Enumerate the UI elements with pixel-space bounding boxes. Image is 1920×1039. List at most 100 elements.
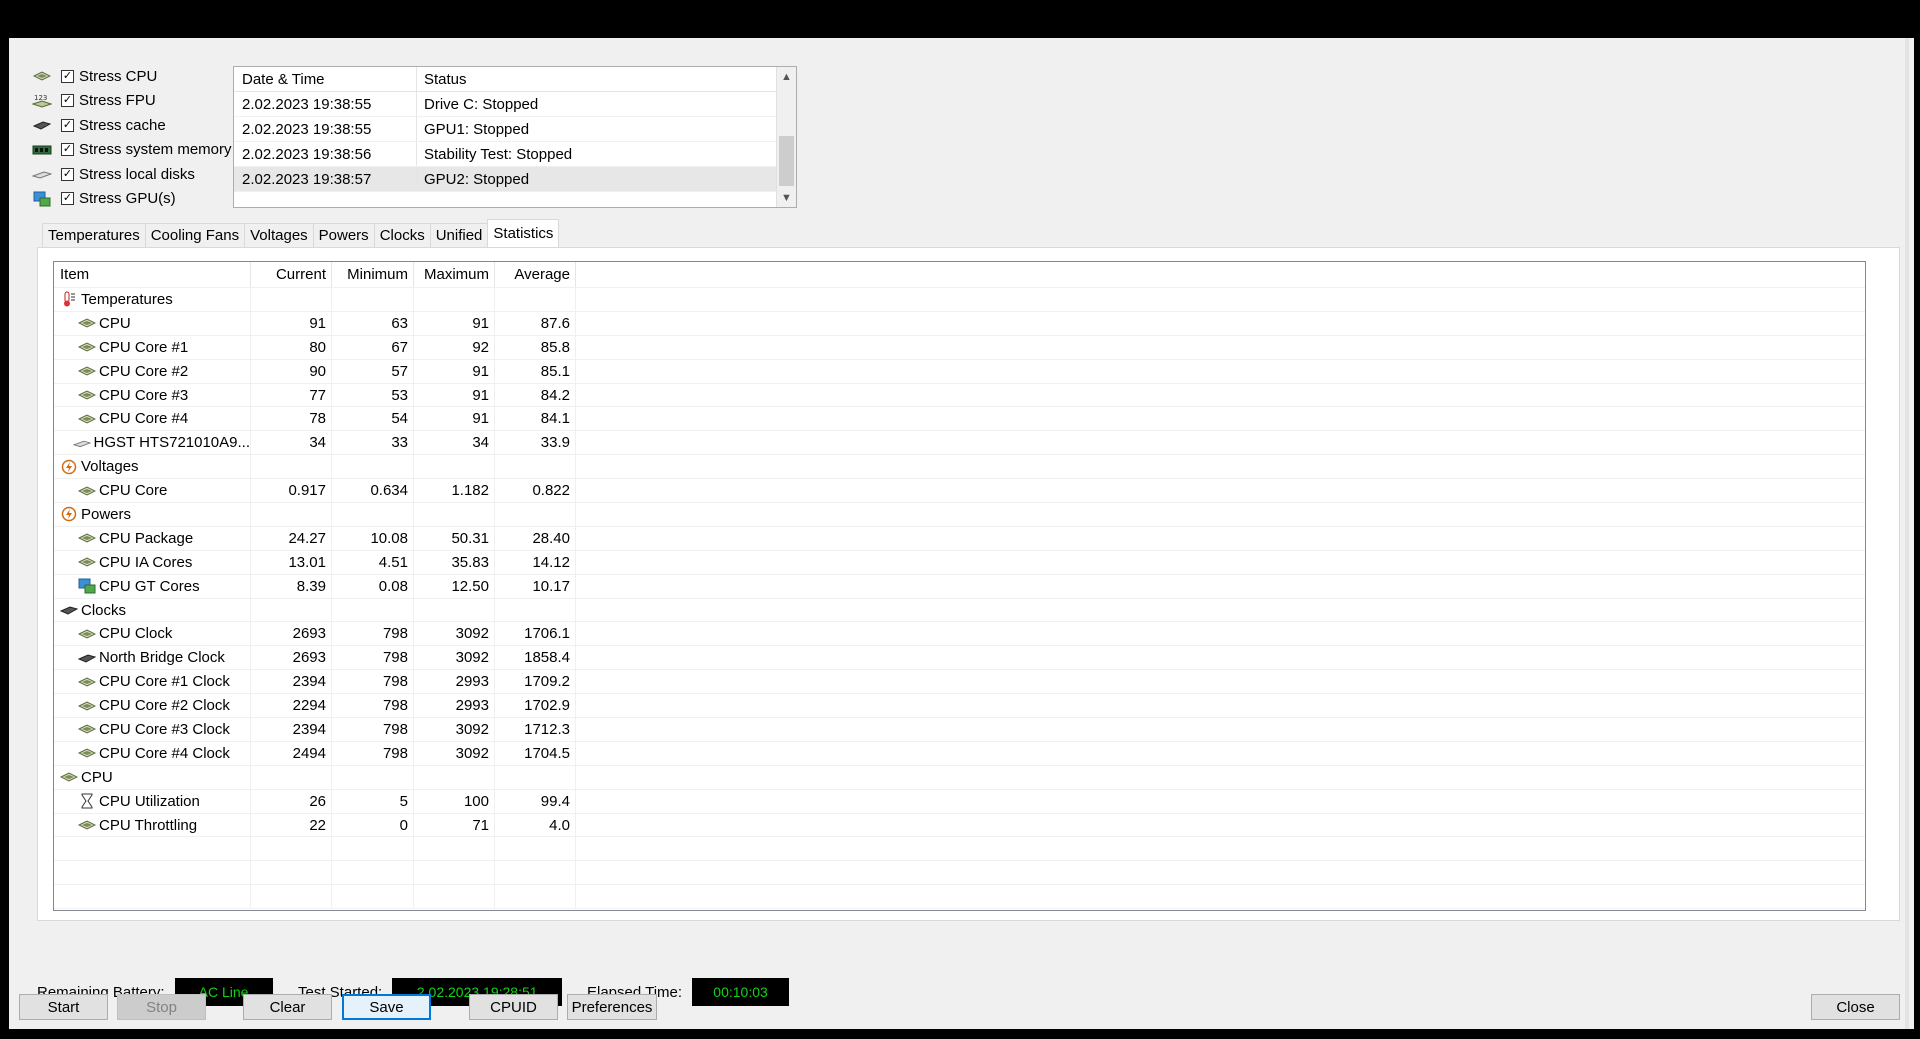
cpu-chip-icon: [78, 412, 96, 426]
stat-row[interactable]: CPU Core #4 78 54 91 84.1: [54, 407, 1865, 432]
stat-item-cell: CPU Core #1: [54, 335, 251, 359]
tab-powers[interactable]: Powers: [312, 223, 375, 247]
stat-group-row[interactable]: Clocks: [54, 598, 1865, 623]
stop-button[interactable]: Stop: [117, 994, 206, 1020]
stat-row[interactable]: CPU Core #1 Clock 2394 798 2993 1709.2: [54, 670, 1865, 695]
stat-row[interactable]: North Bridge Clock 2693 798 3092 1858.4: [54, 646, 1865, 671]
stat-group-row[interactable]: Powers: [54, 503, 1865, 527]
scroll-down-icon[interactable]: ▼: [777, 188, 796, 207]
stat-current: 78: [251, 407, 332, 431]
stat-row[interactable]: CPU GT Cores 8.39 0.08 12.50 10.17: [54, 574, 1865, 599]
cpu-chip-icon: [78, 722, 96, 736]
stress-checkbox[interactable]: [61, 192, 74, 206]
stat-item-label: CPU: [81, 768, 113, 786]
stat-row[interactable]: CPU 91 63 91 87.6: [54, 311, 1865, 336]
stress-checkbox[interactable]: [61, 167, 74, 181]
stat-group-row[interactable]: Voltages: [54, 455, 1865, 480]
stat-current: 13.01: [251, 550, 332, 574]
stat-maximum: 12.50: [414, 574, 495, 598]
stat-item-cell: CPU Core: [54, 479, 251, 503]
col-maximum[interactable]: Maximum: [414, 262, 495, 287]
stat-row[interactable]: HGST HTS721010A9... 34 33 34 33.9: [54, 431, 1865, 456]
clear-button[interactable]: Clear: [243, 994, 332, 1020]
stat-row[interactable]: CPU Core #3 Clock 2394 798 3092 1712.3: [54, 718, 1865, 742]
stat-group-row[interactable]: CPU: [54, 765, 1865, 790]
stat-current: [251, 288, 332, 311]
log-row[interactable]: 2.02.2023 19:38:55 Drive C: Stopped: [234, 92, 796, 117]
close-button[interactable]: Close: [1811, 994, 1900, 1020]
stress-option-3[interactable]: Stress system memory: [31, 138, 241, 163]
stress-checkbox[interactable]: [61, 143, 74, 157]
log-header-datetime[interactable]: Date & Time: [234, 67, 417, 91]
stat-row[interactable]: CPU Core #2 90 57 91 85.1: [54, 359, 1865, 384]
col-current[interactable]: Current: [251, 262, 332, 287]
stat-row[interactable]: CPU Core 0.917 0.634 1.182 0.822: [54, 479, 1865, 504]
save-button[interactable]: Save: [342, 994, 431, 1020]
stat-average: 33.9: [495, 431, 576, 455]
stat-item-cell: HGST HTS721010A9...: [54, 431, 251, 455]
log-row[interactable]: 2.02.2023 19:38:55 GPU1: Stopped: [234, 117, 796, 142]
col-average[interactable]: Average: [495, 262, 576, 287]
stat-row[interactable]: CPU IA Cores 13.01 4.51 35.83 14.12: [54, 550, 1865, 575]
stat-group-row[interactable]: Temperatures: [54, 288, 1865, 312]
scroll-thumb[interactable]: [779, 136, 794, 186]
log-row[interactable]: 2.02.2023 19:38:57 GPU2: Stopped: [234, 167, 796, 192]
cpu-chip-icon: [78, 388, 96, 402]
stress-option-label: Stress GPU(s): [79, 190, 176, 208]
stress-option-label: Stress cache: [79, 116, 166, 134]
stat-item-label: CPU Throttling: [99, 816, 198, 834]
col-minimum[interactable]: Minimum: [332, 262, 414, 287]
stat-minimum: 54: [332, 407, 414, 431]
tab-clocks[interactable]: Clocks: [373, 223, 431, 247]
stress-option-1[interactable]: 123 Stress FPU: [31, 89, 241, 114]
stability-test-window: Stress CPU 123 Stress FPU Stress cache Stres…: [9, 38, 1914, 1029]
stress-option-0[interactable]: Stress CPU: [31, 64, 241, 89]
window-border: [1905, 38, 1909, 1029]
tab-temperatures[interactable]: Temperatures: [42, 223, 146, 247]
cpuid-button[interactable]: CPUID: [469, 994, 558, 1020]
stat-minimum: 798: [332, 741, 414, 765]
stat-row[interactable]: CPU Core #4 Clock 2494 798 3092 1704.5: [54, 741, 1865, 766]
stress-checkbox[interactable]: [61, 118, 74, 132]
preferences-button[interactable]: Preferences: [567, 994, 657, 1020]
log-datetime: 2.02.2023 19:38:55: [234, 117, 417, 141]
stat-row[interactable]: CPU Core #1 80 67 92 85.8: [54, 335, 1865, 360]
stat-current: 8.39: [251, 574, 332, 598]
stress-option-2[interactable]: Stress cache: [31, 113, 241, 138]
stat-current: 2693: [251, 646, 332, 670]
col-item[interactable]: Item: [54, 262, 251, 287]
stat-average: 1702.9: [495, 694, 576, 718]
status-log[interactable]: Date & Time Status 2.02.2023 19:38:55 Dri…: [233, 66, 797, 208]
stat-row[interactable]: CPU Package 24.27 10.08 50.31 28.40: [54, 526, 1865, 551]
disk-drive-icon: [31, 166, 53, 182]
stat-row[interactable]: CPU Utilization 26 5 100 99.4: [54, 789, 1865, 814]
log-scrollbar[interactable]: ▲ ▼: [776, 67, 796, 207]
start-button[interactable]: Start: [19, 994, 108, 1020]
stat-minimum: [332, 598, 414, 622]
stat-minimum: [332, 503, 414, 526]
stat-current: 2693: [251, 622, 332, 646]
stat-item-cell: Powers: [54, 503, 251, 526]
statistics-table[interactable]: Item Current Minimum Maximum Average Tem…: [53, 261, 1866, 911]
stat-row[interactable]: CPU Throttling 22 0 71 4.0: [54, 813, 1865, 838]
stress-checkbox[interactable]: [61, 94, 74, 108]
tab-statistics[interactable]: Statistics: [487, 219, 560, 247]
stat-row[interactable]: CPU Core #3 77 53 91 84.2: [54, 383, 1865, 408]
stat-average: 1709.2: [495, 670, 576, 694]
stat-minimum: [332, 765, 414, 789]
stat-row[interactable]: CPU Core #2 Clock 2294 798 2993 1702.9: [54, 694, 1865, 719]
stress-checkbox[interactable]: [61, 69, 74, 83]
log-header-status[interactable]: Status: [417, 67, 767, 91]
stat-current: 0.917: [251, 479, 332, 503]
cpu-chip-icon: [31, 68, 53, 84]
log-row[interactable]: 2.02.2023 19:38:56 Stability Test: Stoppe…: [234, 142, 796, 167]
tab-unified[interactable]: Unified: [429, 223, 489, 247]
scroll-up-icon[interactable]: ▲: [777, 67, 796, 86]
stress-option-5[interactable]: Stress GPU(s): [31, 187, 241, 212]
tab-cooling-fans[interactable]: Cooling Fans: [144, 223, 246, 247]
stress-option-4[interactable]: Stress local disks: [31, 162, 241, 187]
stat-item-label: CPU Core #2 Clock: [99, 697, 230, 715]
tab-voltages[interactable]: Voltages: [244, 223, 314, 247]
stat-row[interactable]: CPU Clock 2693 798 3092 1706.1: [54, 622, 1865, 647]
cpu-chip-icon: [78, 818, 96, 832]
